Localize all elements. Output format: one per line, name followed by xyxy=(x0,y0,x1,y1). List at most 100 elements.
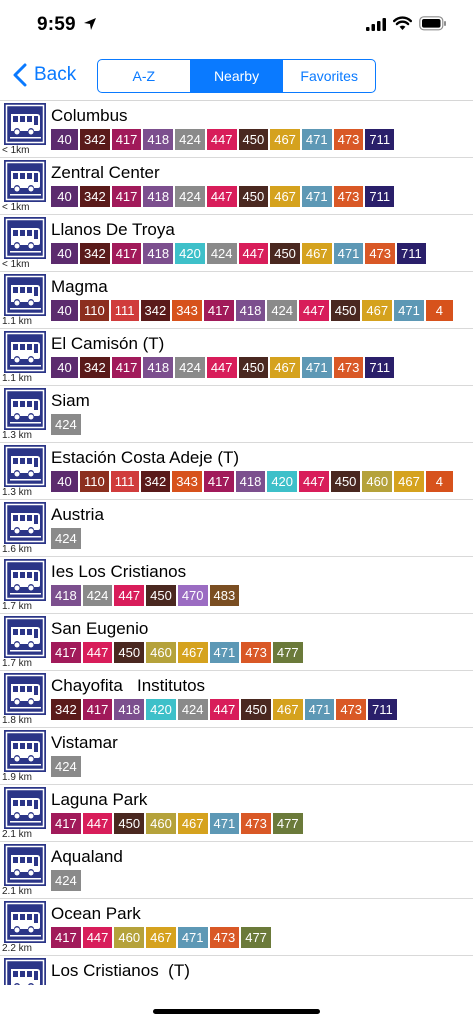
route-badge[interactable]: 424 xyxy=(175,357,205,378)
route-badge[interactable]: 417 xyxy=(111,129,142,150)
route-badge[interactable]: 467 xyxy=(146,927,176,948)
segment-favorites[interactable]: Favorites xyxy=(283,60,375,92)
stop-row[interactable]: 1.1 km Magma 40 110 111 342 343 417 418 424 447 4… xyxy=(0,272,473,329)
route-badge[interactable]: 450 xyxy=(238,129,269,150)
route-badge[interactable]: 477 xyxy=(272,813,303,834)
stop-row[interactable]: 1.7 km San Eugenio 417 447 450 460 467 471 473… xyxy=(0,614,473,671)
route-badge[interactable]: 471 xyxy=(333,243,364,264)
route-badge[interactable]: 477 xyxy=(241,927,271,948)
route-badge[interactable]: 467 xyxy=(394,471,424,492)
back-button[interactable]: Back xyxy=(12,62,76,88)
route-badge[interactable]: 471 xyxy=(209,642,240,663)
route-badge[interactable]: 418 xyxy=(143,357,174,378)
route-badge[interactable]: 467 xyxy=(177,813,208,834)
route-badge[interactable]: 471 xyxy=(301,357,332,378)
stop-row[interactable]: 1.6 km Austria 424 xyxy=(0,500,473,557)
route-badge[interactable]: 418 xyxy=(143,129,174,150)
route-badge[interactable]: 342 xyxy=(80,357,110,378)
route-badge[interactable]: 473 xyxy=(209,927,240,948)
route-badge[interactable]: 447 xyxy=(299,300,329,321)
route-badge[interactable]: 450 xyxy=(238,186,269,207)
route-badge[interactable]: 450 xyxy=(238,357,269,378)
route-badge[interactable]: 450 xyxy=(114,642,145,663)
route-badge[interactable]: 4 xyxy=(425,471,453,492)
route-badge[interactable]: 450 xyxy=(146,585,176,606)
stop-row[interactable]: < 1km Llanos De Troya 40 342 417 418 420 424 4… xyxy=(0,215,473,272)
route-badge[interactable]: 343 xyxy=(172,471,202,492)
route-badge[interactable]: 450 xyxy=(114,813,145,834)
route-badge[interactable]: 417 xyxy=(111,357,142,378)
route-badge[interactable]: 471 xyxy=(301,129,332,150)
route-badge[interactable]: 470 xyxy=(177,585,208,606)
route-badge[interactable]: 424 xyxy=(206,243,237,264)
route-badge[interactable]: 467 xyxy=(177,642,208,663)
route-badge[interactable]: 420 xyxy=(267,471,298,492)
route-badge[interactable]: 450 xyxy=(330,300,361,321)
stop-row[interactable]: < 1km Zentral Center 40 342 417 418 424 447 45… xyxy=(0,158,473,215)
route-badge[interactable]: 40 xyxy=(51,300,78,321)
route-badge[interactable]: 417 xyxy=(51,642,81,663)
route-badge[interactable]: 417 xyxy=(203,300,234,321)
route-badge[interactable]: 447 xyxy=(82,813,113,834)
route-badge[interactable]: 342 xyxy=(80,129,110,150)
route-badge[interactable]: 417 xyxy=(82,699,113,720)
route-badge[interactable]: 418 xyxy=(143,186,174,207)
route-badge[interactable]: 447 xyxy=(114,585,145,606)
route-badge[interactable]: 473 xyxy=(333,357,364,378)
route-badge[interactable]: 417 xyxy=(111,186,142,207)
route-badge[interactable]: 424 xyxy=(51,414,81,435)
stop-row[interactable]: < 1km Columbus 40 342 417 418 424 447 450 467 47… xyxy=(0,101,473,158)
stop-row[interactable]: 2.2 km Ocean Park 417 447 460 467 471 473 477 xyxy=(0,899,473,956)
route-badge[interactable]: 418 xyxy=(51,585,81,606)
route-badge[interactable]: 460 xyxy=(146,813,176,834)
route-badge[interactable]: 447 xyxy=(206,129,237,150)
route-badge[interactable]: 450 xyxy=(270,243,300,264)
route-badge[interactable]: 467 xyxy=(270,357,300,378)
segment-a-z[interactable]: A-Z xyxy=(98,60,191,92)
stop-row[interactable]: 1.3 km Siam 424 xyxy=(0,386,473,443)
segment-nearby[interactable]: Nearby xyxy=(190,60,284,92)
route-badge[interactable]: 40 xyxy=(51,129,78,150)
route-badge[interactable]: 460 xyxy=(146,642,176,663)
route-badge[interactable]: 424 xyxy=(177,699,208,720)
route-badge[interactable]: 343 xyxy=(172,300,202,321)
route-badge[interactable]: 447 xyxy=(209,699,240,720)
route-badge[interactable]: 473 xyxy=(336,699,367,720)
route-badge[interactable]: 477 xyxy=(272,642,303,663)
route-badge[interactable]: 4 xyxy=(425,300,453,321)
route-badge[interactable]: 473 xyxy=(365,243,396,264)
route-badge[interactable]: 471 xyxy=(304,699,335,720)
route-badge[interactable]: 418 xyxy=(143,243,174,264)
route-badge[interactable]: 711 xyxy=(365,129,395,150)
route-badge[interactable]: 424 xyxy=(51,528,81,549)
route-badge[interactable]: 40 xyxy=(51,186,78,207)
route-badge[interactable]: 460 xyxy=(114,927,145,948)
route-badge[interactable]: 342 xyxy=(80,243,110,264)
route-badge[interactable]: 473 xyxy=(241,642,271,663)
route-badge[interactable]: 342 xyxy=(80,186,110,207)
route-badge[interactable]: 424 xyxy=(175,129,205,150)
stop-row[interactable]: 1.9 km Vistamar 424 xyxy=(0,728,473,785)
route-badge[interactable]: 471 xyxy=(177,927,208,948)
route-badge[interactable]: 342 xyxy=(51,699,81,720)
stop-row[interactable]: 1.7 km Ies Los Cristianos 418 424 447 450 47… xyxy=(0,557,473,614)
route-badge[interactable]: 447 xyxy=(206,357,237,378)
stop-row[interactable]: 1.1 km El Camisón (T) 40 342 417 418 424 447 4… xyxy=(0,329,473,386)
route-badge[interactable]: 447 xyxy=(238,243,269,264)
route-badge[interactable]: 417 xyxy=(51,927,81,948)
route-badge[interactable]: 447 xyxy=(82,927,113,948)
route-badge[interactable]: 424 xyxy=(51,870,81,891)
route-badge[interactable]: 424 xyxy=(51,756,81,777)
route-badge[interactable]: 447 xyxy=(82,642,113,663)
route-badge[interactable]: 342 xyxy=(140,471,171,492)
route-badge[interactable]: 460 xyxy=(362,471,393,492)
route-badge[interactable]: 467 xyxy=(270,186,300,207)
route-badge[interactable]: 424 xyxy=(175,186,205,207)
route-badge[interactable]: 342 xyxy=(140,300,171,321)
route-badge[interactable]: 711 xyxy=(397,243,426,264)
route-badge[interactable]: 467 xyxy=(301,243,332,264)
route-badge[interactable]: 483 xyxy=(209,585,240,606)
route-badge[interactable]: 467 xyxy=(272,699,303,720)
route-badge[interactable]: 420 xyxy=(146,699,176,720)
route-badge[interactable]: 424 xyxy=(267,300,298,321)
